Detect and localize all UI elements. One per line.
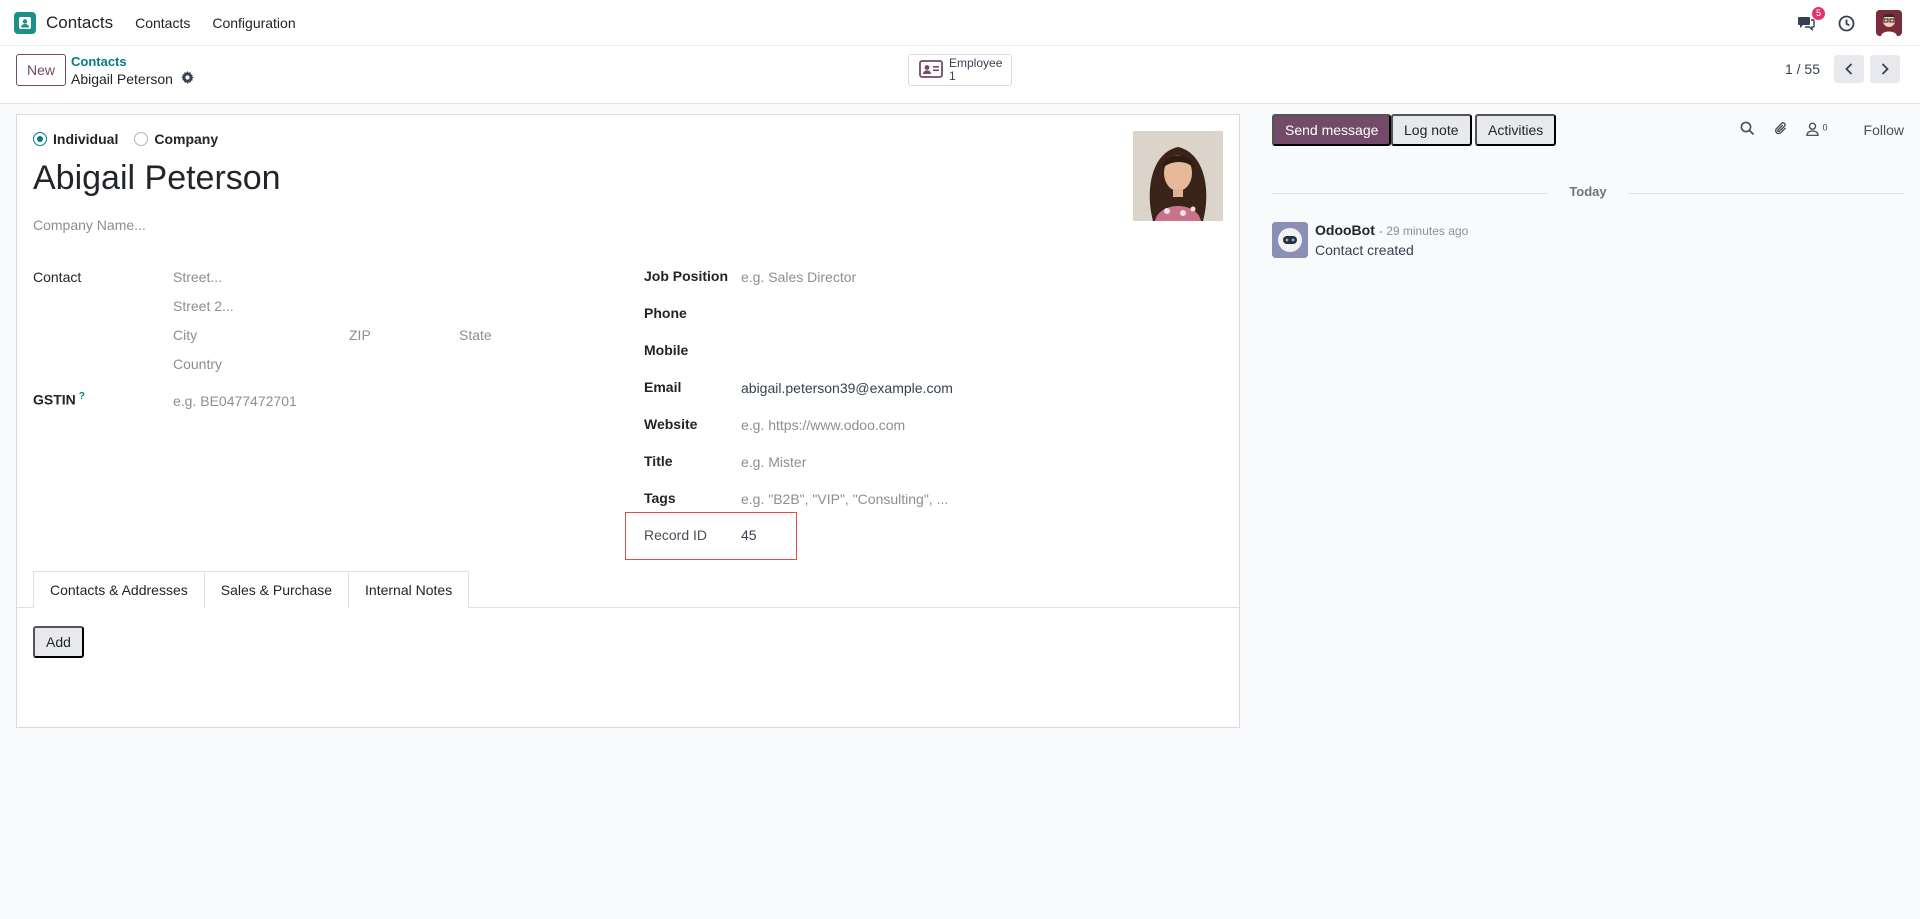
record-id-value: 45 xyxy=(741,527,757,543)
breadcrumb: Contacts Abigail Peterson xyxy=(71,54,194,88)
radio-individual[interactable] xyxy=(33,132,47,146)
menu-contacts[interactable]: Contacts xyxy=(135,15,190,31)
follower-count: 0 xyxy=(1822,121,1828,132)
messages-badge: 5 xyxy=(1812,7,1825,20)
gstin-label-text: GSTIN xyxy=(33,391,76,408)
send-message-button[interactable]: Send message xyxy=(1272,114,1392,146)
contact-name-field[interactable]: Abigail Peterson xyxy=(33,159,281,198)
user-avatar[interactable] xyxy=(1876,10,1902,36)
breadcrumb-parent-link[interactable]: Contacts xyxy=(71,54,194,70)
title-label: Title xyxy=(644,453,673,469)
email-field[interactable]: abigail.peterson39@example.com xyxy=(741,380,953,396)
employee-smart-button[interactable]: Employee 1 xyxy=(908,54,1012,86)
control-panel: New Contacts Abigail Peterson Employee 1… xyxy=(0,46,1920,104)
search-icon[interactable] xyxy=(1740,121,1755,139)
notebook-tabs: Contacts & Addresses Sales & Purchase In… xyxy=(33,571,470,608)
app-name[interactable]: Contacts xyxy=(46,13,113,33)
street2-field[interactable]: Street 2... xyxy=(173,298,234,314)
tags-label: Tags xyxy=(644,490,676,506)
chevron-right-icon xyxy=(1881,63,1889,75)
odoobot-avatar[interactable] xyxy=(1272,222,1308,258)
state-field[interactable]: State xyxy=(459,327,492,343)
title-field[interactable]: e.g. Mister xyxy=(741,454,806,470)
mobile-label: Mobile xyxy=(644,342,689,358)
gstin-help-icon[interactable]: ? xyxy=(79,391,85,402)
breadcrumb-current-label: Abigail Peterson xyxy=(71,71,173,87)
website-label: Website xyxy=(644,416,698,432)
tab-internal-notes[interactable]: Internal Notes xyxy=(348,571,470,608)
smart-button-count: 1 xyxy=(949,69,956,83)
phone-label: Phone xyxy=(644,305,687,321)
pager-value[interactable]: 1 / 55 xyxy=(1785,61,1820,77)
messages-icon[interactable]: 5 xyxy=(1796,7,1825,33)
navbar-systray: 5 xyxy=(1796,0,1902,46)
contacts-app-icon[interactable] xyxy=(14,11,36,34)
top-navbar: Contacts Contacts Configuration 5 xyxy=(0,0,1920,46)
radio-company-label[interactable]: Company xyxy=(154,131,218,147)
smart-button-label: Employee xyxy=(949,56,1003,70)
paperclip-icon[interactable] xyxy=(1773,121,1788,139)
message-author: OdooBot - 29 minutes ago xyxy=(1315,222,1468,238)
gstin-field[interactable]: e.g. BE0477472701 xyxy=(173,393,297,409)
mobile-field[interactable] xyxy=(741,342,1141,360)
breadcrumb-current: Abigail Peterson xyxy=(71,70,194,88)
gstin-label: GSTIN? xyxy=(33,391,85,408)
form-sheet: Individual Company Abigail Peterson Comp… xyxy=(16,114,1240,728)
radio-company[interactable] xyxy=(134,132,149,146)
contact-address-label: Contact xyxy=(33,269,82,285)
log-note-button[interactable]: Log note xyxy=(1391,114,1472,146)
chatter-topbar-icons: 0 Follow xyxy=(1740,114,1904,146)
company-type-radio-group: Individual Company xyxy=(33,131,228,147)
tab-sales-purchase[interactable]: Sales & Purchase xyxy=(203,571,350,608)
pager-next-button[interactable] xyxy=(1870,55,1900,83)
tab-contacts-addresses[interactable]: Contacts & Addresses xyxy=(33,571,205,608)
street-field[interactable]: Street... xyxy=(173,269,222,285)
phone-field[interactable] xyxy=(741,305,1141,323)
activities-button[interactable]: Activities xyxy=(1475,114,1557,146)
country-field[interactable]: Country xyxy=(173,356,222,372)
smart-button-text: Employee 1 xyxy=(949,57,1002,83)
record-id-label: Record ID xyxy=(644,527,708,543)
user-icon xyxy=(1805,121,1819,136)
menu-configuration[interactable]: Configuration xyxy=(212,15,295,31)
pager: 1 / 55 xyxy=(1785,55,1900,83)
pager-previous-button[interactable] xyxy=(1834,55,1864,83)
message-timestamp: - 29 minutes ago xyxy=(1378,224,1469,238)
message-body: Contact created xyxy=(1315,242,1414,258)
city-field[interactable]: City xyxy=(173,327,197,343)
radio-individual-label[interactable]: Individual xyxy=(53,131,118,147)
date-separator: Today xyxy=(1548,184,1628,199)
job-position-label: Job Position xyxy=(644,268,728,284)
followers-button[interactable]: 0 xyxy=(1805,121,1828,139)
message-author-name[interactable]: OdooBot xyxy=(1315,222,1375,238)
activity-clock-icon[interactable] xyxy=(1836,13,1856,33)
add-contact-button[interactable]: Add xyxy=(33,626,84,658)
email-label: Email xyxy=(644,379,682,395)
chevron-left-icon xyxy=(1845,63,1853,75)
contact-photo[interactable] xyxy=(1133,131,1223,221)
new-button[interactable]: New xyxy=(16,54,67,86)
tags-field[interactable]: e.g. "B2B", "VIP", "Consulting", ... xyxy=(741,491,948,507)
id-card-icon xyxy=(919,59,943,81)
gear-icon[interactable] xyxy=(180,70,194,88)
job-position-field[interactable]: e.g. Sales Director xyxy=(741,269,856,285)
zip-field[interactable]: ZIP xyxy=(349,327,371,343)
company-name-field[interactable]: Company Name... xyxy=(33,217,146,233)
follow-button[interactable]: Follow xyxy=(1864,122,1904,138)
website-field[interactable]: e.g. https://www.odoo.com xyxy=(741,417,905,433)
